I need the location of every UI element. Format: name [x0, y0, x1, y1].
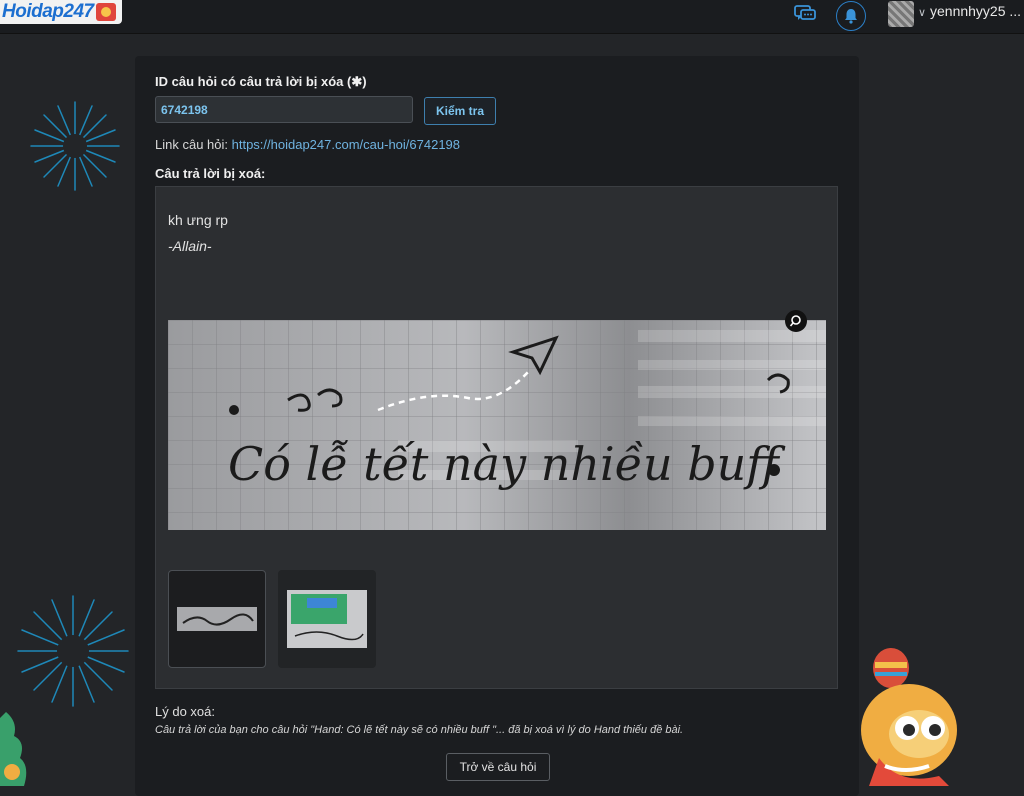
answer-signature: -Allain- [168, 238, 212, 254]
question-link-row: Link câu hỏi: https://hoidap247.com/cau-… [155, 137, 460, 152]
image-thumbnail-2[interactable] [278, 570, 376, 668]
question-link[interactable]: https://hoidap247.com/cau-hoi/6742198 [232, 137, 460, 152]
answer-image[interactable]: Có lễ tết này nhiều buff [168, 320, 826, 530]
firework-decoration-bottom-left [17, 595, 129, 707]
deleted-answer-label: Câu trả lời bị xoá: [155, 166, 266, 181]
id-field-label: ID câu hỏi có câu trả lời bị xóa (✱) [155, 74, 367, 89]
answer-text: kh ưng rp [168, 212, 228, 228]
image-thumbnail-1[interactable] [168, 570, 266, 668]
reason-text: Câu trả lời của bạn cho câu hỏi "Hand: C… [155, 724, 684, 736]
back-to-question-button[interactable]: Trở về câu hỏi [446, 753, 550, 781]
lion-dance-mascot-decoration [861, 648, 957, 786]
top-navbar: Hoidap247 ∨ yennnhyy25 ... [0, 0, 1024, 34]
link-label: Link câu hỏi: [155, 137, 228, 152]
zoom-icon[interactable] [785, 310, 807, 332]
logo-text: Hoidap247 [2, 1, 94, 22]
chat-icon[interactable] [791, 1, 819, 27]
reason-label: Lý do xoá: [155, 704, 215, 719]
dragon-decoration-bottom-left [0, 712, 27, 786]
bell-icon[interactable] [836, 1, 866, 31]
firework-decoration-top-left [30, 101, 120, 191]
username[interactable]: yennnhyy25 ... [930, 3, 1021, 19]
site-logo[interactable]: Hoidap247 [0, 0, 122, 24]
logo-mascot-icon [95, 3, 116, 21]
question-id-input[interactable] [155, 96, 413, 123]
handwriting-text: Có lễ tết này nhiều buff [228, 437, 786, 491]
check-button[interactable]: Kiểm tra [424, 97, 496, 125]
chevron-down-icon[interactable]: ∨ [918, 6, 926, 19]
avatar[interactable] [888, 1, 914, 27]
